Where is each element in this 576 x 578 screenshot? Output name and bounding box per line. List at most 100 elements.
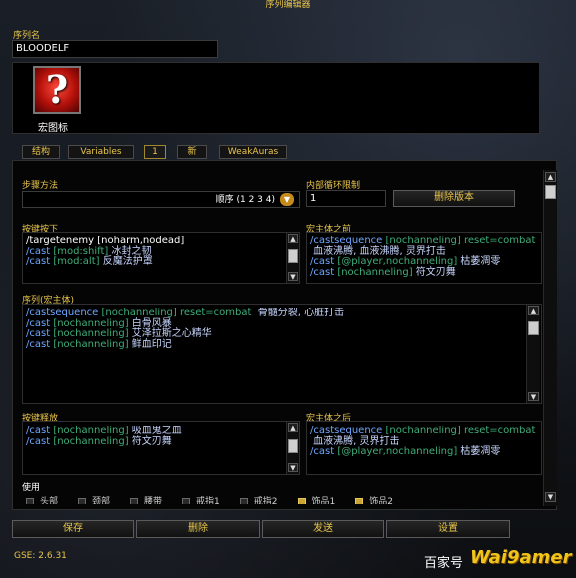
code-token: [nochanneling] [53, 328, 129, 339]
code-token: 艾泽拉斯之心精华 [128, 328, 212, 339]
code-line: /cast [@player,nochanneling] 枯萎凋零 [310, 446, 540, 458]
code-token: [nochanneling] [53, 317, 129, 329]
tab-weakauras[interactable]: WeakAuras [219, 145, 287, 159]
keyrelease-scrollbar[interactable]: ▲ ▼ [286, 422, 299, 474]
icon-area [12, 62, 540, 134]
sequence-name-input[interactable]: BLOODELF [12, 40, 218, 58]
step-method-label: 步骤方法 [22, 181, 59, 191]
code-token: 符文刃舞 [412, 266, 456, 278]
code-token: 血液沸腾, 灵界打击 [310, 435, 400, 447]
use-item-label: 腰带 [144, 497, 163, 504]
keypress-scrollbar[interactable]: ▲ ▼ [286, 233, 299, 283]
use-checkbox[interactable] [78, 497, 87, 504]
code-token: [@player,nochanneling] [337, 446, 458, 457]
code-token: 符文刃舞 [128, 435, 172, 447]
save-button[interactable]: 保存 [12, 520, 134, 538]
use-item[interactable]: 饰品2 [355, 497, 393, 504]
code-token: [nochanneling] [53, 426, 129, 436]
delete-button[interactable]: 删除 [136, 520, 260, 538]
use-item[interactable]: 腰带 [130, 497, 162, 504]
window-title: 序列编辑器 [265, 0, 311, 10]
keyrelease-code[interactable]: /cast [nochanneling] 吸血鬼之血/cast [nochann… [26, 426, 284, 472]
tab-version-1[interactable]: 1 [144, 145, 166, 159]
tab-structure[interactable]: 结构 [22, 145, 60, 159]
watermark-brand: Wai9amer [470, 547, 572, 568]
editor-scrollbar[interactable]: ▲ ▼ [543, 170, 557, 506]
code-token: /cast [26, 426, 54, 436]
code-token: 白骨风暴 [128, 317, 172, 329]
use-item-label: 饰品1 [311, 497, 336, 504]
sequence-body-code[interactable]: /castsequence [nochanneling] reset=comba… [26, 308, 521, 400]
code-token: [nochanneling] [337, 266, 413, 278]
code-token: /cast [310, 446, 338, 457]
use-item[interactable]: 颈部 [78, 497, 110, 504]
code-token: /cast [26, 328, 54, 339]
code-token: [@player,nochanneling] [337, 256, 458, 267]
keypress-code[interactable]: /targetenemy [noharm,nodead]/cast [mod:s… [26, 236, 284, 282]
scroll-up-icon[interactable]: ▲ [545, 172, 556, 182]
settings-button[interactable]: 设置 [386, 520, 510, 538]
code-token: /cast [26, 435, 54, 447]
scroll-thumb[interactable] [545, 185, 556, 199]
send-button[interactable]: 发送 [262, 520, 384, 538]
code-token: /castsequence [310, 236, 386, 246]
code-token: 冰封之韧 [108, 245, 152, 257]
scroll-down-icon[interactable]: ▼ [288, 463, 298, 472]
code-token: /targetenemy [noharm,nodead] [26, 236, 185, 246]
use-checkbox[interactable] [239, 497, 248, 504]
step-method-dropdown[interactable]: 顺序 (1 2 3 4) [22, 191, 300, 208]
code-token: [nochanneling] reset=combat [385, 236, 536, 246]
use-checkbox[interactable] [130, 497, 139, 504]
scroll-down-icon[interactable]: ▼ [288, 272, 298, 281]
code-line: /cast [mod:alt] 反魔法护罩 [26, 256, 284, 268]
scroll-thumb[interactable] [288, 249, 298, 263]
tab-new[interactable]: 新 [177, 145, 207, 159]
code-token: /cast [26, 256, 54, 267]
scroll-up-icon[interactable]: ▲ [288, 234, 298, 243]
code-token: /castsequence [26, 308, 102, 318]
scroll-down-icon[interactable]: ▼ [528, 392, 539, 401]
code-token: 枯萎凋零 [457, 446, 501, 457]
code-token: /cast [26, 338, 54, 350]
use-item-label: 头部 [40, 497, 59, 504]
chevron-down-icon[interactable]: ▼ [280, 193, 294, 206]
pre-macro-code[interactable]: /castsequence [nochanneling] reset=comba… [310, 236, 540, 282]
use-item-label: 颈部 [92, 497, 111, 504]
use-checkbox[interactable] [26, 497, 34, 504]
scroll-thumb[interactable] [528, 321, 539, 335]
use-item[interactable]: 戒指1 [182, 497, 220, 504]
scroll-down-icon[interactable]: ▼ [545, 492, 556, 502]
code-token: [nochanneling] reset=combat [101, 308, 252, 318]
sequence-body-scrollbar[interactable]: ▲ ▼ [526, 305, 540, 403]
macro-icon-button[interactable]: ? [33, 66, 81, 114]
post-macro-code[interactable]: /castsequence [nochanneling] reset=comba… [310, 426, 540, 472]
use-checkbox[interactable] [182, 497, 191, 504]
code-token: [mod:shift] [53, 245, 109, 257]
code-token: 反魔法护罩 [99, 256, 153, 267]
step-method-value: 顺序 (1 2 3 4) [215, 195, 275, 205]
tab-variables[interactable]: Variables [68, 145, 134, 159]
macro-icon-label: 宏图标 [38, 123, 68, 134]
inner-loop-input[interactable]: 1 [306, 190, 386, 207]
use-item[interactable]: 饰品1 [297, 497, 336, 504]
code-token: [nochanneling] [53, 435, 129, 447]
scroll-up-icon[interactable]: ▲ [528, 306, 539, 315]
code-token: /cast [310, 256, 338, 267]
use-item[interactable]: 头部 [26, 497, 58, 504]
code-token: /cast [310, 266, 338, 278]
scroll-thumb[interactable] [288, 439, 298, 453]
code-token: 血液沸腾, 血液沸腾, 灵界打击 [310, 245, 446, 257]
use-item-label: 饰品2 [369, 497, 393, 504]
version-text: GSE: 2.6.31 [14, 551, 67, 561]
delete-version-button[interactable]: 删除版本 [393, 190, 515, 207]
use-checkbox-row: 头部 颈部 腰带 戒指1 戒指2 饰品1 饰品2 [26, 494, 526, 504]
scroll-up-icon[interactable]: ▲ [288, 423, 298, 432]
use-item-label: 戒指2 [253, 497, 278, 504]
use-item[interactable]: 戒指2 [239, 497, 278, 504]
code-token: /cast [26, 317, 54, 329]
code-token: [nochanneling] [53, 338, 129, 350]
use-checkbox[interactable] [297, 497, 306, 504]
watermark-text: 百家号 [424, 556, 464, 571]
code-token: /cast [26, 245, 54, 257]
use-checkbox[interactable] [355, 497, 364, 504]
